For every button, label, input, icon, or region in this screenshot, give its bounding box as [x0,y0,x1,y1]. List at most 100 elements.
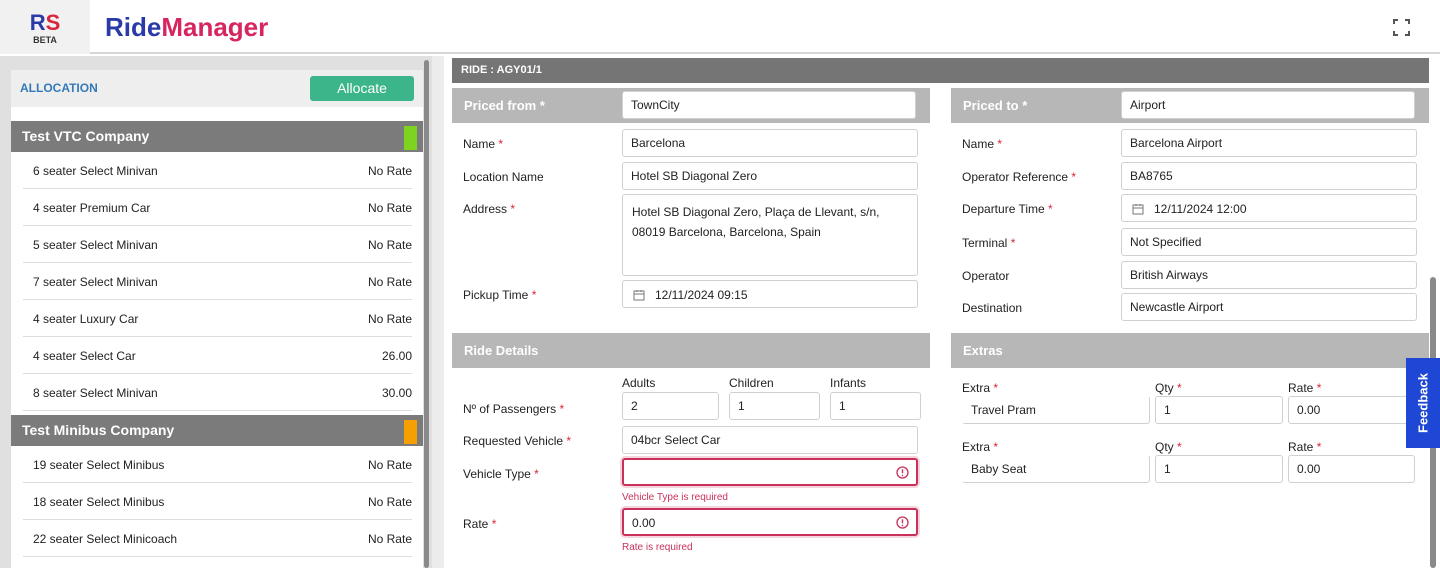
vehicle-name: 6 seater Select Minivan [33,164,158,178]
vehicle-row[interactable]: 4 seater Premium Car No Rate [23,189,412,226]
terminal-select[interactable]: Not Specified [1121,228,1417,256]
vehicle-rate: No Rate [367,532,412,546]
from-name-input[interactable]: Barcelona [622,129,918,157]
rate-input[interactable]: 0.00 [622,508,918,536]
vehicle-rate: No Rate [367,312,412,326]
vehicle-rate: No Rate [367,458,412,472]
vehicle-row[interactable]: 19 seater Select Minibus No Rate [23,446,412,483]
from-name-label: Name * [463,137,504,151]
calendar-icon [633,290,645,301]
vehicle-rate: 30.00 [381,386,412,400]
allocation-list: ALLOCATION Allocate Test VTC Company 6 s… [11,70,423,568]
app-logo[interactable]: RS BETA [0,0,90,54]
calendar-icon [1132,204,1144,215]
feedback-tab[interactable]: Feedback [1406,358,1440,448]
vehicle-name: 4 seater Select Car [33,349,136,363]
extra-rate-label: Rate * [1288,440,1322,454]
priced-to-input[interactable]: Airport [1121,91,1415,119]
logo-mark: RS [29,10,61,35]
vehicle-rate: No Rate [367,201,412,215]
extra-label: Extra * [962,440,999,454]
priced-to-label: Priced to * [963,98,1028,113]
ride-title: RIDE : AGY01/1 [461,64,542,76]
company-color-swatch [404,420,417,444]
left-scrollbar[interactable] [424,60,429,568]
destination-input[interactable]: Newcastle Airport [1121,293,1417,321]
operator-label: Operator [962,269,1010,283]
pickup-time-value: 12/11/2024 09:15 [655,288,748,302]
vehicle-name: 4 seater Premium Car [33,201,151,215]
adults-input[interactable]: 2 [622,392,719,420]
extra-qty-input[interactable]: 1 [1155,396,1283,424]
operator-reference-input[interactable]: BA8765 [1121,162,1417,190]
priced-from-label: Priced from * [464,98,545,113]
terminal-label: Terminal * [962,236,1016,250]
to-name-label: Name * [962,137,1003,151]
vehicle-type-label: Vehicle Type * [463,467,539,481]
company-name: Test Minibus Company [22,422,175,438]
beta-badge: BETA [33,35,57,45]
vehicle-row[interactable]: 6 seater Select Minivan No Rate [23,152,412,189]
requested-vehicle-input[interactable]: 04bcr Select Car [622,426,918,454]
extra-rate-input[interactable]: 0.00 [1288,455,1415,483]
allocate-button[interactable]: Allocate [310,76,414,101]
feedback-label: Feedback [1415,373,1431,433]
company-name: Test VTC Company [22,128,150,144]
allocation-header: ALLOCATION Allocate [11,70,423,107]
vehicle-type-error: Vehicle Type is required [622,492,728,503]
pickup-time-label: Pickup Time * [463,288,537,302]
vehicle-name: 8 seater Select Minivan [33,386,158,400]
children-input[interactable]: 1 [729,392,820,420]
allocation-title: ALLOCATION [20,81,98,95]
address-textarea[interactable]: Hotel SB Diagonal Zero, Plaça de Llevant… [622,194,918,276]
children-label: Children [729,376,774,390]
vehicle-name: 22 seater Select Minicoach [33,532,178,546]
vehicle-row[interactable]: 4 seater Luxury Car No Rate [23,300,412,337]
extras-title: Extras [963,343,1003,358]
extras-header: Extras [951,333,1429,368]
allocation-panel: ALLOCATION Allocate Test VTC Company 6 s… [0,56,432,568]
operator-reference-label: Operator Reference * [962,170,1077,184]
vehicle-name: 4 seater Luxury Car [33,312,139,326]
adults-label: Adults [622,376,656,390]
error-icon [896,516,909,529]
location-name-input[interactable]: Hotel SB Diagonal Zero [622,162,918,190]
infants-input[interactable]: 1 [830,392,921,420]
top-header: RS BETA RideManager [0,0,1440,54]
requested-vehicle-label: Requested Vehicle * [463,434,572,448]
rate-error: Rate is required [622,542,693,553]
extra-name-input[interactable]: Travel Pram [962,396,1150,424]
fullscreen-icon[interactable] [1393,19,1410,36]
to-name-input[interactable]: Barcelona Airport [1121,129,1417,157]
location-name-label: Location Name [463,170,544,184]
ride-details-header: Ride Details [452,333,930,368]
company-header[interactable]: Test Minibus Company [11,415,423,446]
vehicle-rate: No Rate [367,164,412,178]
extra-rate-input[interactable]: 0.00 [1288,396,1415,424]
vehicle-rate: No Rate [367,495,412,509]
vehicle-row[interactable]: 8 seater Select Minivan 30.00 [23,374,412,411]
extra-name-input[interactable]: Baby Seat [962,455,1150,483]
extra-qty-input[interactable]: 1 [1155,455,1283,483]
operator-input[interactable]: British Airways [1121,261,1417,289]
vehicle-type-input[interactable] [622,458,918,486]
infants-label: Infants [830,376,867,390]
vehicle-row[interactable]: 22 seater Select Minicoach No Rate [23,520,412,557]
company-header[interactable]: Test VTC Company [11,121,423,152]
rate-label: Rate * [463,517,497,531]
vehicle-row[interactable]: 7 seater Select Minivan No Rate [23,263,412,300]
extra-label: Extra * [962,381,999,395]
address-label: Address * [463,202,516,216]
priced-from-input[interactable]: TownCity [622,91,916,119]
error-icon [896,466,909,479]
vehicle-row[interactable]: 4 seater Select Car 26.00 [23,337,412,374]
ride-details-title: Ride Details [464,343,539,358]
vehicle-name: 19 seater Select Minibus [33,458,165,472]
vehicle-row[interactable]: 5 seater Select Minivan No Rate [23,226,412,263]
departure-time-label: Departure Time * [962,202,1053,216]
vehicle-row[interactable]: 18 seater Select Minibus No Rate [23,483,412,520]
extra-rate-label: Rate * [1288,381,1322,395]
panel-divider [432,56,444,568]
qty-label: Qty * [1155,440,1182,454]
departure-time-value: 12/11/2024 12:00 [1154,202,1247,216]
